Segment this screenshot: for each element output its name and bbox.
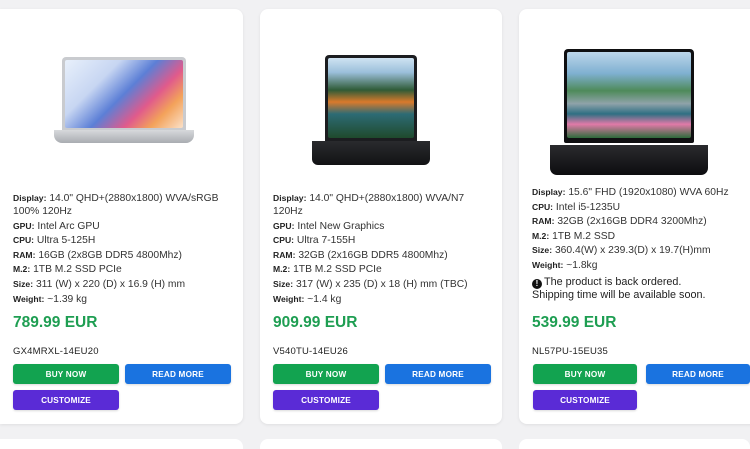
spec-weight: Weight: ~1.39 kg: [13, 293, 88, 305]
customize-button[interactable]: CUSTOMIZE: [533, 390, 637, 410]
spec-weight: Weight: ~1.4 kg: [273, 293, 342, 305]
spec-display: Display: 15.6" FHD (1920x1080) WVA 60Hz: [532, 187, 729, 198]
spec-display: Display: 14.0" QHD+(2880x1800) WVA/sRGB …: [13, 193, 219, 217]
product-sku: V540TU-14EU26: [273, 346, 348, 357]
read-more-button[interactable]: READ MORE: [646, 364, 750, 384]
next-card-stub: [260, 439, 502, 449]
spec-m2: M.2: 1TB M.2 SSD PCIe: [273, 264, 382, 276]
spec-size: Size: 311 (W) x 220 (D) x 16.9 (H) mm: [13, 278, 186, 290]
spec-m2: M.2: 1TB M.2 SSD: [532, 230, 616, 242]
buy-now-button[interactable]: BUY NOW: [13, 364, 119, 384]
spec-gpu: GPU: Intel Arc GPU: [13, 220, 100, 232]
customize-button[interactable]: CUSTOMIZE: [273, 390, 379, 410]
product-sku: NL57PU-15EU35: [532, 346, 609, 357]
customize-button[interactable]: CUSTOMIZE: [13, 390, 119, 410]
laptop-image[interactable]: [54, 57, 194, 143]
read-more-button[interactable]: READ MORE: [125, 364, 231, 384]
spec-cpu: CPU: Ultra 7-155H: [273, 235, 356, 247]
next-card-stub: [519, 439, 750, 449]
product-sku: GX4MRXL-14EU20: [13, 346, 99, 357]
spec-list: Display: 15.6" FHD (1920x1080) WVA 60Hz …: [532, 186, 749, 302]
spec-weight: Weight: ~1.8kg: [532, 259, 598, 271]
product-price: 539.99 EUR: [532, 314, 617, 331]
spec-cpu: CPU: Intel i5-1235U: [532, 201, 620, 213]
spec-ram: RAM: 32GB (2x16GB DDR5 4800Mhz): [273, 249, 448, 261]
spec-display: Display: 14.0" QHD+(2880x1800) WVA/N7 12…: [273, 193, 465, 217]
spec-size: Size: 317 (W) x 235 (D) x 18 (H) mm (TBC…: [273, 278, 468, 290]
product-card: Display: 14.0" QHD+(2880x1800) WVA/N7 12…: [260, 9, 502, 424]
product-card: Display: 15.6" FHD (1920x1080) WVA 60Hz …: [519, 9, 750, 424]
spec-m2: M.2: 1TB M.2 SSD PCIe: [13, 264, 122, 276]
spec-list: Display: 14.0" QHD+(2880x1800) WVA/sRGB …: [13, 192, 233, 307]
spec-list: Display: 14.0" QHD+(2880x1800) WVA/N7 12…: [273, 192, 492, 307]
backorder-notice: ! The product is back ordered. Shipping t…: [532, 275, 706, 301]
spec-size: Size: 360.4(W) x 239.3(D) x 19.7(H)mm: [532, 245, 711, 257]
spec-ram: RAM: 32GB (2x16GB DDR4 3200Mhz): [532, 216, 707, 228]
read-more-button[interactable]: READ MORE: [385, 364, 491, 384]
laptop-image[interactable]: [550, 49, 708, 175]
buy-now-button[interactable]: BUY NOW: [273, 364, 379, 384]
product-price: 909.99 EUR: [273, 314, 358, 331]
laptop-image[interactable]: [312, 55, 430, 165]
spec-cpu: CPU: Ultra 5-125H: [13, 235, 96, 247]
buy-now-button[interactable]: BUY NOW: [533, 364, 637, 384]
spec-ram: RAM: 16GB (2x8GB DDR5 4800Mhz): [13, 249, 182, 261]
product-price: 789.99 EUR: [13, 314, 98, 331]
product-card: Display: 14.0" QHD+(2880x1800) WVA/sRGB …: [0, 9, 243, 424]
next-card-stub: [0, 439, 243, 449]
spec-gpu: GPU: Intel New Graphics: [273, 220, 385, 232]
alert-icon: !: [532, 278, 542, 289]
